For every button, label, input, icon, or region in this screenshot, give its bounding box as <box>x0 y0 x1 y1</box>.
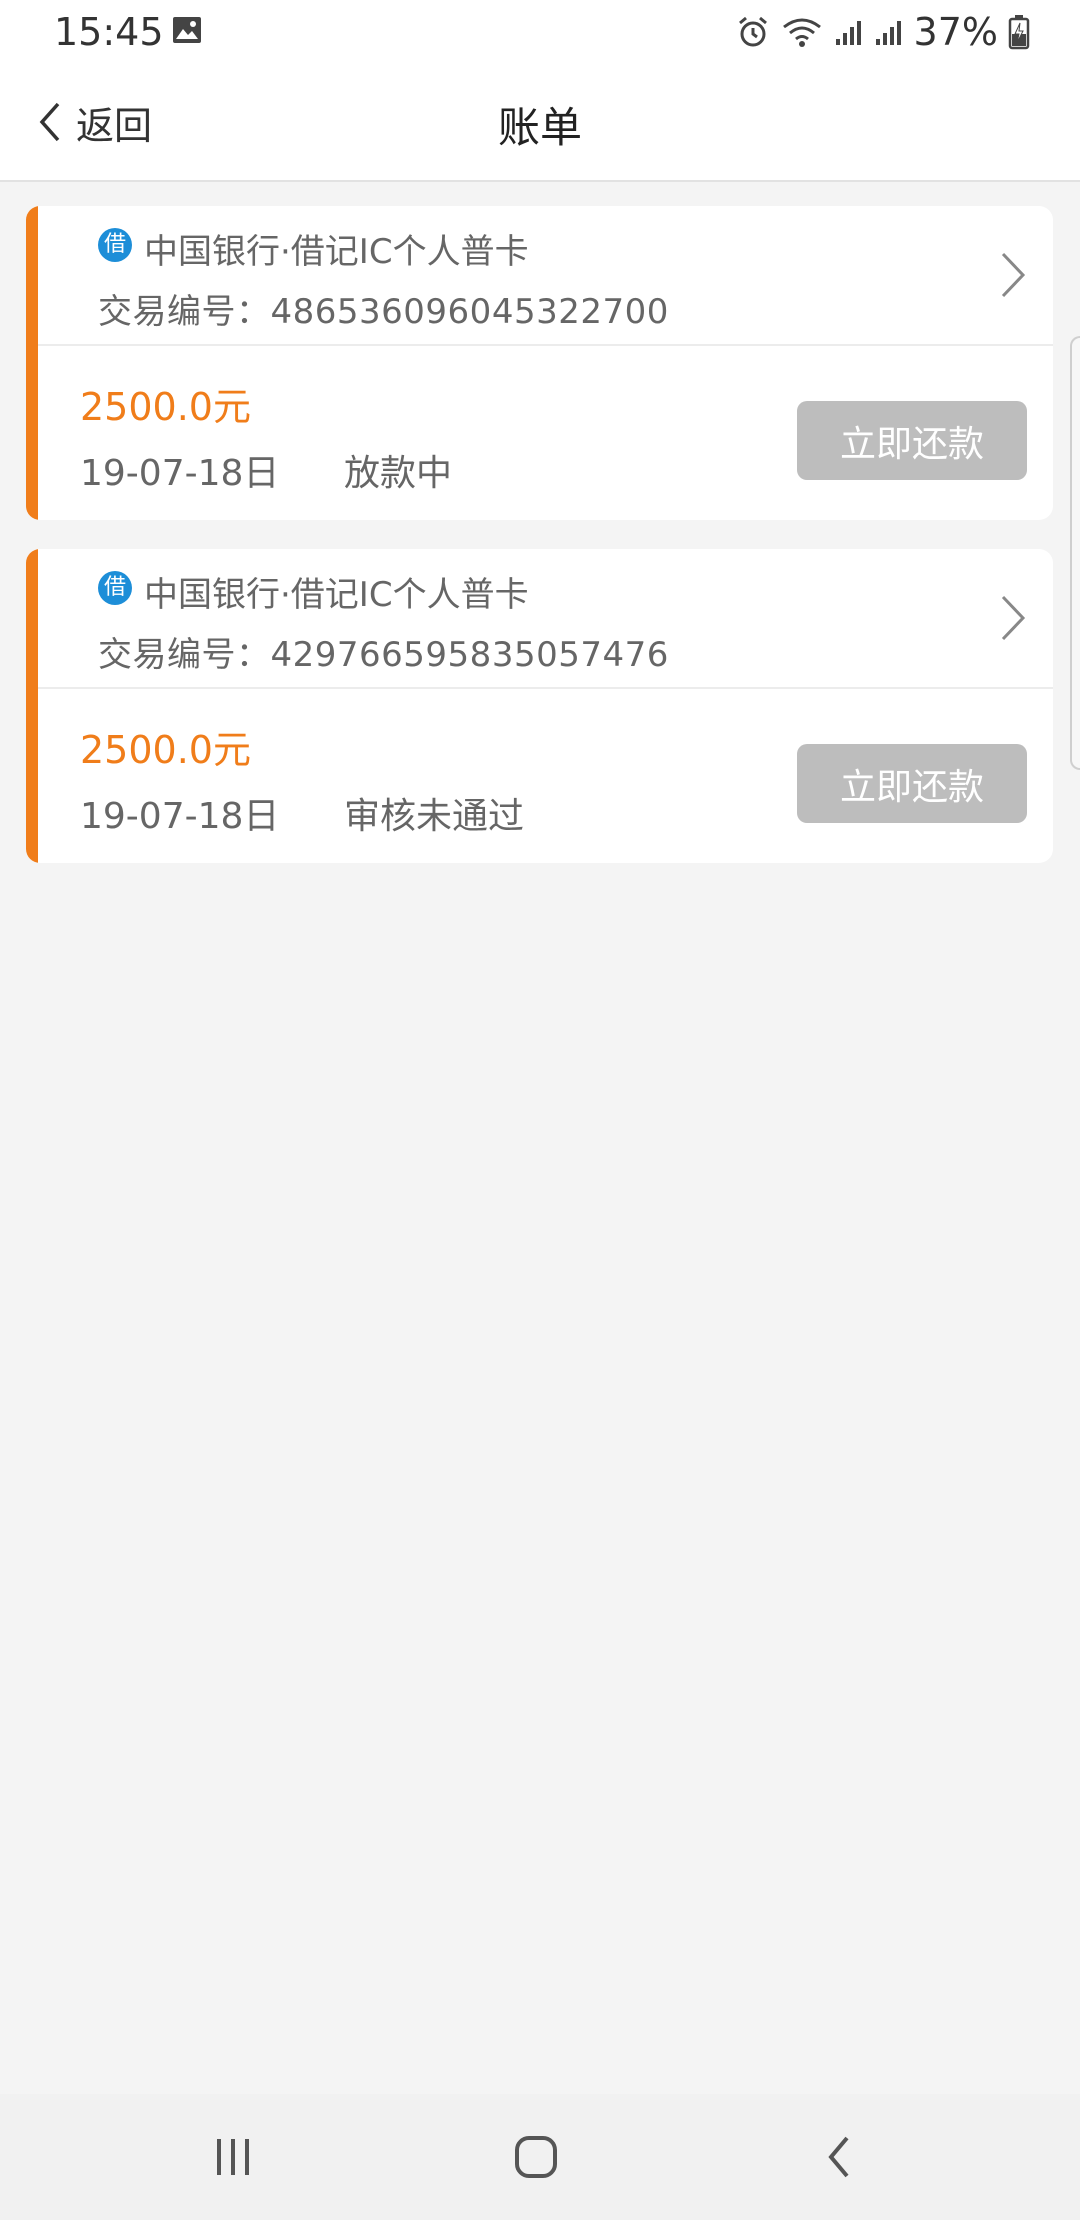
transaction-value: 486536096045322700 <box>270 292 669 332</box>
nav-back-button[interactable] <box>804 2124 874 2190</box>
transaction-number: 交易编号：429766595835057476 <box>98 627 669 676</box>
home-icon <box>515 2136 557 2178</box>
repay-now-button[interactable]: 立即还款 <box>797 401 1027 480</box>
bill-card[interactable]: 借 中国银行·借记IC个人普卡 交易编号：486536096045322700 … <box>26 206 1053 520</box>
bill-card-body: 2500.0元 19-07-18日 审核未通过 立即还款 <box>38 689 1053 863</box>
debit-card-icon: 借 <box>98 571 132 605</box>
card-accent-bar <box>26 206 38 520</box>
signal-icon <box>875 21 901 45</box>
bill-date: 19-07-18日 <box>80 796 280 837</box>
system-nav-bar <box>0 2094 1080 2220</box>
transaction-number: 交易编号：486536096045322700 <box>98 284 669 333</box>
home-button[interactable] <box>501 2124 571 2190</box>
transaction-label: 交易编号： <box>98 635 271 675</box>
bill-card-header[interactable]: 借 中国银行·借记IC个人普卡 交易编号：486536096045322700 <box>38 206 1053 346</box>
chevron-right-icon[interactable] <box>999 593 1027 643</box>
bill-amount: 2500.0元 <box>80 385 251 429</box>
battery-percent: 37% <box>913 10 998 54</box>
transaction-label: 交易编号： <box>98 292 271 332</box>
gallery-icon <box>173 17 201 43</box>
bill-card-header[interactable]: 借 中国银行·借记IC个人普卡 交易编号：429766595835057476 <box>38 549 1053 689</box>
bill-status: 放款中 <box>344 453 453 494</box>
bill-status: 审核未通过 <box>344 796 525 837</box>
status-time: 15:45 <box>54 10 164 54</box>
status-icons: 37% <box>736 10 1030 54</box>
back-icon <box>828 2136 849 2178</box>
bill-date: 19-07-18日 <box>80 453 280 494</box>
debit-card-icon: 借 <box>98 228 132 262</box>
status-bar: 15:45 37% <box>0 0 1080 64</box>
bill-amount: 2500.0元 <box>80 728 251 772</box>
recent-apps-button[interactable] <box>198 2124 268 2190</box>
edge-panel-handle[interactable] <box>1070 336 1080 770</box>
battery-charging-icon <box>1008 15 1030 50</box>
recent-apps-icon <box>217 2139 249 2175</box>
transaction-value: 429766595835057476 <box>270 635 669 675</box>
bank-name: 中国银行·借记IC个人普卡 <box>144 232 529 272</box>
bill-card-body: 2500.0元 19-07-18日 放款中 立即还款 <box>38 346 1053 520</box>
bank-name: 中国银行·借记IC个人普卡 <box>144 575 529 615</box>
chevron-right-icon[interactable] <box>999 250 1027 300</box>
repay-now-button[interactable]: 立即还款 <box>797 744 1027 823</box>
bill-card[interactable]: 借 中国银行·借记IC个人普卡 交易编号：429766595835057476 … <box>26 549 1053 863</box>
signal-icon <box>835 21 861 45</box>
app-header: 返回 账单 <box>0 64 1080 182</box>
alarm-icon <box>738 16 767 47</box>
wifi-icon <box>782 18 821 47</box>
page-title: 账单 <box>497 103 582 152</box>
card-accent-bar <box>26 549 38 863</box>
